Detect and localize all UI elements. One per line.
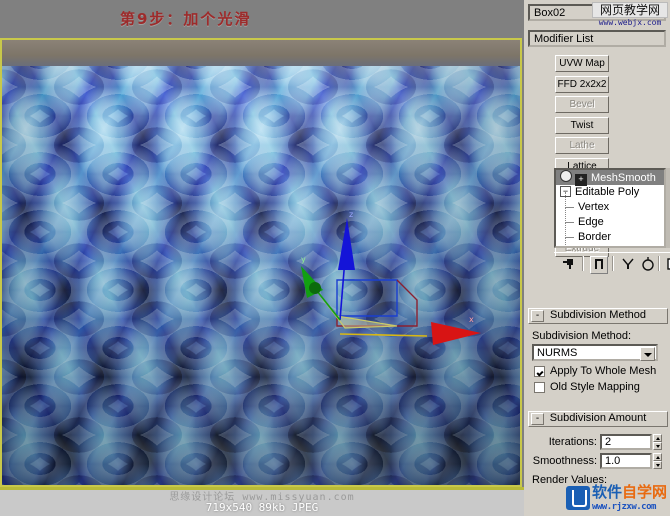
transform-gizmo[interactable]: z y x — [285, 208, 495, 358]
spinner-down-icon[interactable] — [653, 461, 662, 469]
lightbulb-icon[interactable] — [560, 170, 572, 182]
modifier-button-bevel: Bevel — [555, 96, 609, 113]
modifier-button-lathe: Lathe — [555, 137, 609, 154]
subdivision-amount-header[interactable]: - Subdivision Amount — [528, 411, 668, 427]
modifier-list-dropdown[interactable]: Modifier List — [528, 30, 666, 47]
spinner-up-icon[interactable] — [653, 453, 662, 461]
chevron-down-icon[interactable] — [640, 347, 655, 361]
subdivision-amount-rollout: - Subdivision Amount Iterations: 2 Smoot… — [528, 411, 668, 492]
collapse-icon[interactable]: - — [531, 413, 544, 425]
show-end-result-icon[interactable] — [590, 256, 608, 274]
configure-modifier-sets-icon[interactable] — [666, 256, 670, 272]
stack-item-meshsmooth[interactable]: + MeshSmooth — [556, 170, 664, 186]
stack-subitem-label: Border — [578, 231, 612, 243]
old-style-mapping-label: Old Style Mapping — [550, 381, 640, 393]
stack-item-editable-poly[interactable]: − Editable Poly — [556, 185, 664, 200]
subdivision-method-select[interactable]: NURMS — [532, 344, 658, 361]
subdivision-method-value: NURMS — [537, 347, 578, 359]
modifier-button-twist[interactable]: Twist — [555, 116, 609, 134]
iterations-row: Iterations: 2 — [532, 434, 662, 450]
stack-item-label: MeshSmooth — [591, 172, 656, 184]
apply-to-whole-mesh-checkbox[interactable] — [534, 365, 545, 377]
smoothness-spinner[interactable] — [653, 453, 662, 469]
old-style-mapping-checkbox[interactable] — [534, 381, 545, 393]
stack-subitem-label: Edge — [578, 216, 604, 228]
apply-to-whole-mesh-label: Apply To Whole Mesh — [550, 365, 657, 377]
svg-text:x: x — [469, 315, 474, 324]
watermark-top: 网页教学网 www.webjx.com — [592, 2, 668, 27]
stack-subitem-border[interactable]: Border — [556, 222, 664, 245]
collapse-icon[interactable]: - — [531, 310, 544, 322]
screenshot-root: 第9步：加个光滑 z y x 思缘设计论坛 www.missyuan.com 7… — [0, 0, 670, 516]
watermark-top-cn: 网页教学网 — [592, 2, 668, 18]
old-style-mapping-row[interactable]: Old Style Mapping — [534, 381, 666, 393]
modifier-button-uvw-map[interactable]: UVW Map — [555, 55, 609, 72]
watermark-bottom: 软件自学网 www.rjzxw.com — [565, 484, 667, 512]
watermark-bottom-cn: 软件自学网 — [592, 484, 667, 502]
toolbar-divider — [658, 256, 660, 271]
stack-subitem-label: Poly — [578, 246, 599, 248]
stack-subitem-edge[interactable]: Edge — [556, 207, 664, 230]
stack-subitem-vertex[interactable]: Vertex — [556, 192, 664, 215]
watermark-bottom-url: www.rjzxw.com — [591, 502, 656, 512]
image-meta-text: 719x540 89kb JPEG — [205, 501, 319, 514]
make-unique-icon[interactable] — [620, 256, 636, 272]
image-caption-bar: 思缘设计论坛 www.missyuan.com 719x540 89kb JPE… — [0, 487, 524, 516]
viewport-area: 第9步：加个光滑 z y x 思缘设计论坛 www.missyuan.com 7… — [0, 0, 524, 516]
step-title-annotation: 第9步：加个光滑 — [120, 10, 252, 28]
toolbar-divider — [582, 256, 584, 271]
stack-scrollbar[interactable] — [666, 168, 670, 248]
toolbar-divider — [612, 256, 614, 271]
subdivision-method-label: Subdivision Method: — [532, 330, 632, 342]
stack-subitem-label: Vertex — [578, 201, 610, 213]
perspective-viewport[interactable]: z y x — [0, 38, 522, 487]
watermark-top-url: www.webjx.com — [598, 18, 662, 27]
stack-subitem-poly[interactable]: Poly — [556, 237, 664, 248]
watermark-bottom-text: 软件自学网 www.rjzxw.com — [592, 484, 667, 512]
smoothness-row: Smoothness: 1.0 — [532, 453, 662, 469]
svg-text:y: y — [301, 255, 306, 264]
apply-to-whole-mesh-row[interactable]: Apply To Whole Mesh — [534, 365, 666, 377]
spinner-down-icon[interactable] — [653, 442, 662, 450]
iterations-label: Iterations: — [548, 436, 597, 448]
remove-modifier-icon[interactable] — [640, 256, 656, 272]
iterations-input[interactable]: 2 — [600, 434, 652, 450]
watermark-cn-part1: 软件 — [591, 483, 622, 501]
modifier-stack-toolbar — [554, 252, 670, 275]
command-panel: Box02 Modifier List UVW Map FFD 2x2x2 Be… — [524, 0, 670, 516]
subdivision-method-rollout: - Subdivision Method Subdivision Method:… — [528, 308, 668, 397]
stack-item-label: Editable Poly — [575, 186, 640, 198]
svg-text:z: z — [349, 210, 353, 219]
smoothness-input[interactable]: 1.0 — [600, 453, 652, 469]
watermark-cn-part2: 自学网 — [621, 483, 667, 501]
rjzxw-logo-icon — [565, 486, 590, 510]
rollout-title: Subdivision Amount — [549, 412, 647, 424]
pin-stack-icon[interactable] — [562, 256, 578, 272]
subdivision-method-header[interactable]: - Subdivision Method — [528, 308, 668, 324]
smoothness-label: Smoothness: — [532, 455, 597, 467]
subdivision-method-body: Subdivision Method: NURMS Apply To Whole… — [528, 324, 668, 397]
iterations-spinner[interactable] — [653, 434, 662, 450]
rollout-title: Subdivision Method — [549, 309, 646, 321]
modifier-button-ffd[interactable]: FFD 2x2x2 — [555, 75, 609, 93]
spinner-up-icon[interactable] — [653, 434, 662, 442]
viewport-background-strip — [2, 40, 520, 66]
modifier-stack-list[interactable]: + MeshSmooth − Editable Poly Vertex Edge B… — [554, 168, 666, 248]
